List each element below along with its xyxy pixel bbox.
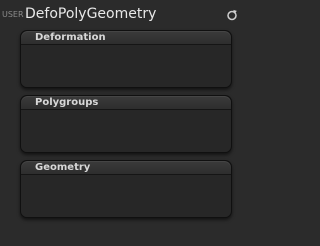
plugin-palette: USER DefoPolyGeometry Deformation Polygr… bbox=[0, 0, 256, 246]
deformation-panel-title: Deformation bbox=[35, 31, 106, 43]
polygroups-panel[interactable]: Polygroups bbox=[20, 95, 232, 153]
refresh-icon[interactable] bbox=[226, 9, 238, 21]
deformation-panel-header[interactable]: Deformation bbox=[21, 31, 231, 45]
polygroups-panel-body bbox=[21, 110, 231, 152]
deformation-panel[interactable]: Deformation bbox=[20, 30, 232, 88]
polygroups-panel-header[interactable]: Polygroups bbox=[21, 96, 231, 110]
geometry-panel-body bbox=[21, 175, 231, 217]
palette-title: DefoPolyGeometry bbox=[25, 6, 157, 22]
geometry-panel[interactable]: Geometry bbox=[20, 160, 232, 218]
geometry-panel-header[interactable]: Geometry bbox=[21, 161, 231, 175]
deformation-panel-body bbox=[21, 45, 231, 87]
geometry-panel-title: Geometry bbox=[35, 161, 91, 173]
polygroups-panel-title: Polygroups bbox=[35, 96, 99, 108]
user-badge: USER bbox=[2, 10, 24, 19]
